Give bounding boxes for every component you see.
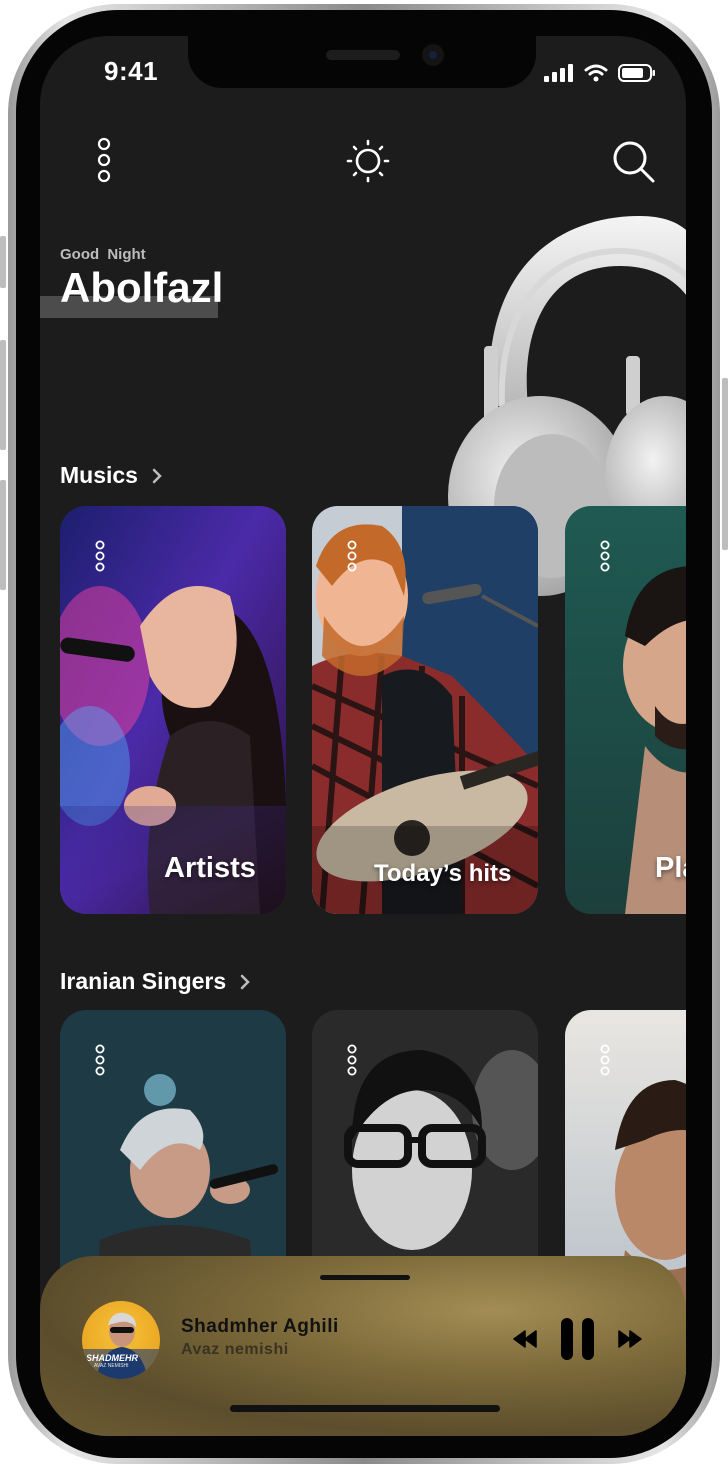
album-art-subtitle: AVAZ NEMISHI <box>94 1363 129 1369</box>
music-card-artists[interactable]: Artists <box>60 506 286 914</box>
wifi-icon <box>584 64 608 82</box>
card-more-icon[interactable] <box>346 1044 358 1076</box>
chevron-right-icon <box>240 974 250 989</box>
music-card-todays-hits[interactable]: Today’s hits <box>312 506 538 914</box>
next-track-icon[interactable] <box>618 1330 642 1348</box>
album-art[interactable]: SHADMEHR AVAZ NEMISHI <box>82 1301 160 1379</box>
chevron-right-icon <box>152 468 162 483</box>
now-playing-bar[interactable]: SHADMEHR AVAZ NEMISHI Shadmher Aghili Av… <box>40 1256 686 1436</box>
music-card-playlists[interactable]: Pla <box>565 506 686 914</box>
menu-dots-icon[interactable] <box>96 136 112 184</box>
front-camera <box>422 44 444 66</box>
section-title: Musics <box>60 462 138 488</box>
card-more-icon[interactable] <box>346 540 358 572</box>
section-title: Iranian Singers <box>60 968 227 994</box>
volume-down-button <box>0 480 6 590</box>
card-more-icon[interactable] <box>599 1044 611 1076</box>
battery-icon <box>618 64 655 82</box>
card-label: Artists <box>164 852 256 884</box>
power-button <box>722 378 728 550</box>
notch <box>188 36 536 88</box>
card-more-icon[interactable] <box>94 1044 106 1076</box>
card-label: Today’s hits <box>374 860 512 887</box>
mute-switch <box>0 236 6 288</box>
player-drag-handle[interactable] <box>320 1275 410 1280</box>
previous-track-icon[interactable] <box>513 1330 537 1348</box>
status-icons <box>544 64 656 82</box>
cellular-signal-icon <box>544 64 573 82</box>
earpiece-speaker <box>326 50 400 60</box>
user-name: Abolfazl <box>60 264 224 311</box>
card-label: Pla <box>655 852 686 884</box>
sun-icon[interactable] <box>346 139 390 183</box>
section-header-musics[interactable]: Musics <box>60 462 162 489</box>
app-screen: 9:41 Good Night Abolfazl Musics Artists … <box>40 36 686 1436</box>
card-more-icon[interactable] <box>94 540 106 572</box>
search-icon[interactable] <box>612 140 656 184</box>
volume-up-button <box>0 340 6 450</box>
pause-icon[interactable] <box>560 1317 596 1361</box>
home-indicator[interactable] <box>230 1405 500 1412</box>
now-playing-title: Shadmher Aghili <box>181 1316 339 1337</box>
greeting-subtitle: Good Night <box>60 246 146 263</box>
status-time: 9:41 <box>104 56 159 86</box>
album-art-title: SHADMEHR <box>86 1353 139 1363</box>
card-more-icon[interactable] <box>599 540 611 572</box>
now-playing-artist: Avaz nemishi <box>181 1341 289 1358</box>
section-header-iranian-singers[interactable]: Iranian Singers <box>60 968 250 995</box>
